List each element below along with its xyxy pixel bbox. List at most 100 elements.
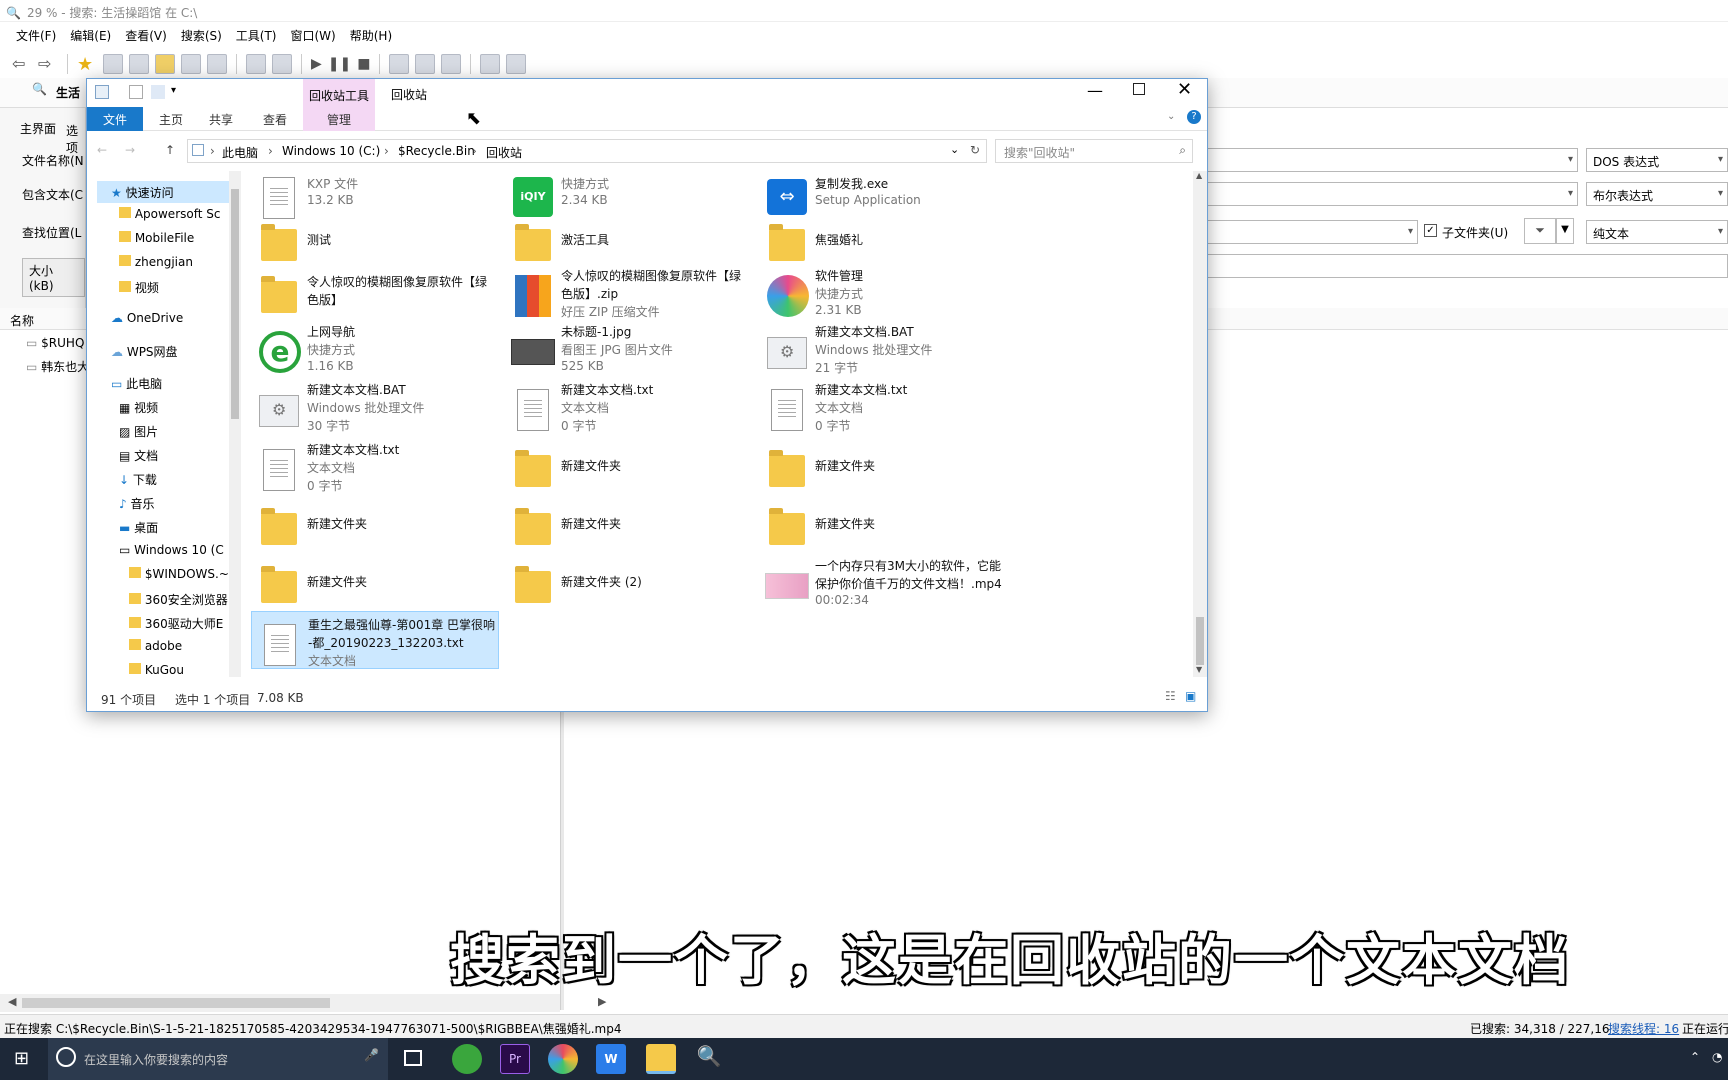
task-view-icon[interactable] (404, 1050, 422, 1066)
nav-up-icon[interactable]: ↑ (165, 143, 175, 157)
file-item[interactable]: 新建文件夹 (759, 495, 1007, 551)
pause-icon[interactable]: ❚❚ (328, 56, 351, 72)
report2-icon[interactable] (272, 54, 292, 74)
filter-icon[interactable]: ⏷ (1524, 218, 1556, 244)
nav-item[interactable]: zhengjian (119, 255, 193, 269)
nav-item[interactable]: ▦ 视频 (119, 399, 158, 416)
content-mode-select[interactable]: 布尔表达式 ▾ (1586, 182, 1728, 206)
file-item[interactable]: 新建文本文档.txt 文本文档 0 字节 (505, 377, 753, 433)
maximize-button[interactable] (1133, 83, 1145, 95)
tab-view[interactable]: 查看 (263, 111, 287, 128)
back-icon[interactable]: ⇦ (12, 54, 32, 74)
book-icon[interactable] (506, 54, 527, 74)
nav-scrollbar[interactable] (229, 171, 241, 677)
tab-share[interactable]: 共享 (209, 111, 233, 128)
menu-edit[interactable]: 编辑(E) (70, 27, 111, 46)
copy-icon[interactable] (129, 54, 149, 74)
file-item[interactable]: 令人惊叹的模糊图像复原软件【绿 色版】.zip 好压 ZIP 压缩文件 (505, 263, 753, 319)
scroll-thumb[interactable] (1196, 617, 1204, 665)
search-input[interactable]: 搜索"回收站" ⌕ (995, 139, 1193, 163)
address-dropdown-icon[interactable]: ⌄ (950, 143, 959, 156)
nav-back-icon[interactable]: ← (97, 143, 107, 157)
crumb-recyclebin[interactable]: $Recycle.Bin (398, 144, 475, 158)
file-item[interactable]: 未标题-1.jpg 看图王 JPG 图片文件 525 KB (505, 319, 753, 377)
file-item[interactable]: e 上网导航 快捷方式 1.16 KB (251, 319, 499, 377)
menu-file[interactable]: 文件(F) (16, 27, 56, 46)
file-item[interactable]: 一个内存只有3M大小的软件，它能 保护你价值千万的文件文档！.mp4 00:02:3… (759, 553, 1007, 607)
date-field[interactable]: 今天 (1134, 254, 1728, 278)
print-icon[interactable] (480, 54, 501, 74)
forward-icon[interactable]: ⇨ (38, 54, 58, 74)
file-item[interactable]: 新建文件夹 (2) (505, 553, 753, 607)
nav-item[interactable]: Apowersoft Sc (119, 207, 220, 221)
file-item[interactable]: 新建文件夹 (505, 437, 753, 495)
filename-mode-select[interactable]: DOS 表达式 ▾ (1586, 148, 1728, 172)
search-app-icon[interactable]: 🔍 (694, 1044, 724, 1074)
file-item[interactable]: 新建文本文档.txt 文本文档 0 字节 (251, 437, 499, 495)
browser-360-icon[interactable] (452, 1044, 482, 1074)
microphone-icon[interactable]: 🎤 (364, 1048, 379, 1062)
nav-item[interactable]: 360驱动大师E (129, 615, 223, 632)
nav-forward-icon[interactable]: → (125, 143, 135, 157)
nav-item[interactable]: MobileFile (119, 231, 194, 245)
tab-options[interactable]: 选项 (66, 122, 85, 156)
file-explorer-icon[interactable] (646, 1044, 676, 1074)
file-item[interactable]: 测试 (251, 211, 499, 263)
tab-manage[interactable]: 管理 (303, 107, 375, 131)
crumb-pc[interactable]: 此电脑 (222, 144, 258, 161)
ribbon-expand-icon[interactable]: ⌄ (1167, 111, 1175, 122)
scroll-thumb[interactable] (22, 998, 330, 1008)
crumb-current[interactable]: 回收站 (486, 144, 522, 161)
close-button[interactable]: ✕ (1177, 79, 1192, 100)
scroll-down-icon[interactable]: ▼ (1196, 665, 1202, 674)
menu-search[interactable]: 搜索(S) (181, 27, 222, 46)
address-bar[interactable]: › 此电脑 › Windows 10 (C:) › $Recycle.Bin ›… (187, 139, 987, 163)
col-name-header[interactable]: 名称 (10, 312, 34, 329)
crumb-drive[interactable]: Windows 10 (C:) (282, 144, 380, 158)
menu-tools[interactable]: 工具(T) (236, 27, 277, 46)
filter-dropdown-icon[interactable]: ▼ (1556, 218, 1574, 244)
menu-view[interactable]: 查看(V) (125, 27, 167, 46)
report-icon[interactable] (246, 54, 266, 74)
subfolder-checkbox[interactable]: ✓ (1424, 224, 1437, 237)
scroll-left-icon[interactable]: ◀ (8, 995, 16, 1008)
scroll-up-icon[interactable]: ▲ (1196, 171, 1202, 180)
new-icon[interactable] (103, 54, 123, 74)
tiles-view-icon[interactable]: ▣ (1185, 689, 1196, 703)
scroll-right-icon[interactable]: ▶ (598, 995, 606, 1008)
list-item[interactable]: ▭ 韩东也大 (26, 358, 89, 375)
nav-drive[interactable]: ▭ Windows 10 (C (119, 543, 224, 557)
play-icon[interactable]: ▶ (311, 56, 322, 72)
minimize-button[interactable]: — (1087, 81, 1103, 100)
content-scrollbar[interactable]: ▲ ▼ (1193, 171, 1207, 677)
list-item[interactable]: ▭ $RUHQ (26, 336, 84, 350)
star-icon[interactable]: ★ (77, 54, 97, 75)
nav-scroll-thumb[interactable] (231, 189, 239, 419)
wps-icon[interactable]: W (596, 1044, 626, 1074)
props-icon[interactable] (441, 54, 462, 74)
nav-item[interactable]: ↓ 下载 (119, 471, 157, 488)
status-threads-link[interactable]: 搜索线程: 16 (1608, 1020, 1679, 1037)
file-item[interactable]: 令人惊叹的模糊图像复原软件【绿 色版】 (251, 263, 499, 319)
file-item[interactable]: 新建文本文档.txt 文本文档 0 字节 (759, 377, 1007, 433)
stop-icon[interactable]: ■ (357, 56, 370, 72)
new-folder-icon[interactable] (151, 85, 165, 99)
nav-item[interactable]: ▨ 图片 (119, 423, 158, 440)
file-item[interactable]: 软件管理 快捷方式 2.31 KB (759, 263, 1007, 319)
clover-app-icon[interactable] (548, 1044, 578, 1074)
nav-item[interactable]: 视频 (119, 279, 159, 296)
tray-chevron-icon[interactable]: ⌃ (1690, 1050, 1700, 1064)
refresh-icon[interactable]: ↻ (970, 143, 980, 157)
list-icon[interactable] (389, 54, 410, 74)
properties-icon[interactable] (129, 85, 143, 99)
nav-item[interactable]: ▬ 桌面 (119, 519, 158, 536)
nav-wps[interactable]: ☁ WPS网盘 (111, 343, 178, 360)
menu-window[interactable]: 窗口(W) (291, 27, 336, 46)
qat-dropdown-icon[interactable]: ▾ (171, 85, 176, 96)
details-view-icon[interactable]: ☷ (1165, 689, 1176, 703)
file-item[interactable]: 激活工具 (505, 211, 753, 263)
size-button[interactable]: 大小 (kB) (22, 258, 85, 297)
windows-start-icon[interactable]: ⊞ (14, 1048, 29, 1069)
help-icon[interactable]: ? (1187, 110, 1201, 124)
network-icon[interactable]: ◔ (1712, 1050, 1722, 1064)
